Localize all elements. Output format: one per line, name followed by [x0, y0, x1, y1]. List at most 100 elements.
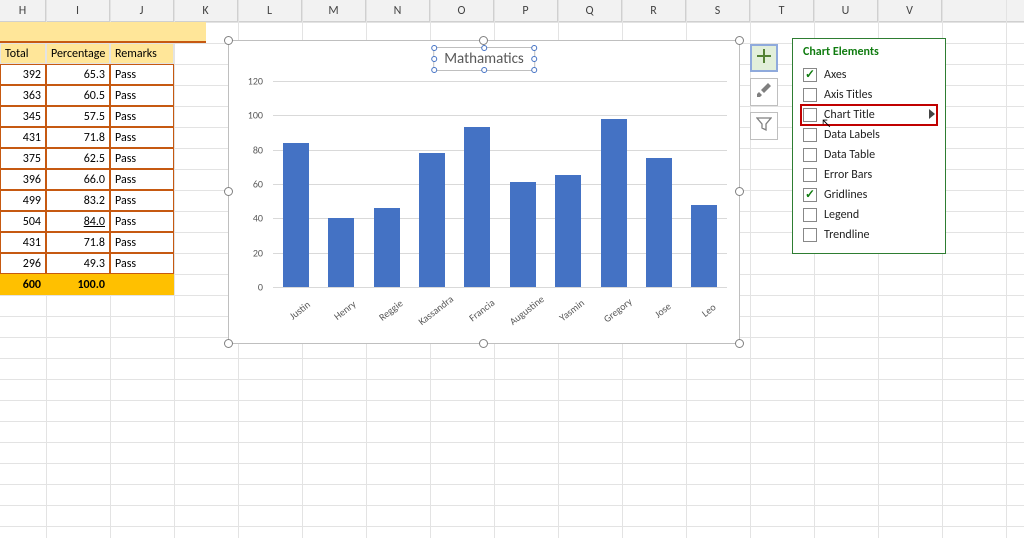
table-row[interactable]: 37562.5Pass — [0, 148, 206, 169]
chart-filter-button[interactable] — [750, 112, 778, 140]
cell-remark[interactable]: Pass — [110, 232, 174, 253]
checkbox-icon[interactable] — [803, 228, 817, 242]
chart-elements-button[interactable] — [750, 44, 778, 72]
cell-remark[interactable]: Pass — [110, 148, 174, 169]
cell-total[interactable]: 431 — [0, 232, 46, 253]
cell-remark[interactable]: Pass — [110, 253, 174, 274]
checkbox-icon[interactable] — [803, 128, 817, 142]
resize-handle[interactable] — [735, 36, 744, 45]
resize-handle[interactable] — [224, 36, 233, 45]
cell-remark[interactable]: Pass — [110, 190, 174, 211]
bar[interactable] — [646, 158, 672, 287]
table-row[interactable]: 39265.3Pass — [0, 64, 206, 85]
table-row[interactable]: 36360.5Pass — [0, 85, 206, 106]
table-row[interactable]: 29649.3Pass — [0, 253, 206, 274]
title-handle[interactable] — [531, 45, 537, 51]
cell-remark[interactable]: Pass — [110, 127, 174, 148]
cell-total[interactable]: 392 — [0, 64, 46, 85]
cell-pct[interactable]: 71.8 — [46, 127, 110, 148]
column-header[interactable]: U — [814, 0, 878, 21]
chart-styles-button[interactable] — [750, 78, 778, 106]
column-header[interactable]: S — [686, 0, 750, 21]
checkbox-icon[interactable] — [803, 168, 817, 182]
column-header[interactable]: O — [430, 0, 494, 21]
cell-pct[interactable]: 57.5 — [46, 106, 110, 127]
flyout-item-chart-title[interactable]: Chart Title↖ — [801, 105, 937, 125]
cell-pct[interactable]: 60.5 — [46, 85, 110, 106]
bar[interactable] — [419, 153, 445, 287]
table-row[interactable]: 34557.5Pass — [0, 106, 206, 127]
cell-total[interactable]: 504 — [0, 211, 46, 232]
table-row[interactable]: 43171.8Pass — [0, 127, 206, 148]
bar[interactable] — [510, 182, 536, 287]
cell-total[interactable]: 499 — [0, 190, 46, 211]
bar[interactable] — [691, 205, 717, 287]
column-header[interactable]: H — [0, 0, 46, 21]
flyout-item-legend[interactable]: Legend — [801, 205, 937, 225]
column-header[interactable]: P — [494, 0, 558, 21]
table-row[interactable]: 39666.0Pass — [0, 169, 206, 190]
column-header[interactable]: V — [878, 0, 942, 21]
chart-title[interactable]: Mathamatics — [433, 47, 535, 71]
table-row[interactable]: 43171.8Pass — [0, 232, 206, 253]
column-header[interactable]: M — [302, 0, 366, 21]
flyout-item-error-bars[interactable]: Error Bars — [801, 165, 937, 185]
title-handle[interactable] — [531, 67, 537, 73]
chevron-right-icon[interactable] — [929, 109, 935, 119]
column-header[interactable]: N — [366, 0, 430, 21]
cell-remark[interactable]: Pass — [110, 169, 174, 190]
title-handle[interactable] — [431, 67, 437, 73]
flyout-item-trendline[interactable]: Trendline — [801, 225, 937, 245]
cell-total[interactable]: 363 — [0, 85, 46, 106]
checkbox-icon[interactable] — [803, 148, 817, 162]
cell-pct[interactable]: 66.0 — [46, 169, 110, 190]
bar[interactable] — [601, 119, 627, 287]
cell-pct[interactable]: 49.3 — [46, 253, 110, 274]
bar[interactable] — [374, 208, 400, 287]
cell-pct[interactable]: 84.0 — [46, 211, 110, 232]
chart-object[interactable]: Mathamatics 020406080100120 JustinHenryR… — [228, 40, 740, 344]
cell-pct[interactable]: 65.3 — [46, 64, 110, 85]
cell-total[interactable]: 296 — [0, 253, 46, 274]
checkbox-icon[interactable] — [803, 188, 817, 202]
column-header[interactable]: I — [46, 0, 110, 21]
bar[interactable] — [328, 218, 354, 287]
table-header-cell[interactable]: Percentage — [46, 43, 110, 64]
cell-remark[interactable]: Pass — [110, 64, 174, 85]
footer-cell[interactable] — [110, 274, 174, 295]
resize-handle[interactable] — [479, 36, 488, 45]
title-handle[interactable] — [431, 45, 437, 51]
flyout-item-axis-titles[interactable]: Axis Titles — [801, 85, 937, 105]
resize-handle[interactable] — [224, 339, 233, 348]
table-header-cell[interactable]: Remarks — [110, 43, 174, 64]
title-handle[interactable] — [481, 67, 487, 73]
flyout-item-axes[interactable]: Axes — [801, 65, 937, 85]
table-row[interactable]: 50484.0Pass — [0, 211, 206, 232]
cell-total[interactable]: 375 — [0, 148, 46, 169]
chart-elements-flyout[interactable]: Chart Elements AxesAxis TitlesChart Titl… — [792, 38, 946, 254]
cell-remark[interactable]: Pass — [110, 211, 174, 232]
footer-cell[interactable]: 100.0 — [46, 274, 110, 295]
cell-pct[interactable]: 83.2 — [46, 190, 110, 211]
column-header[interactable]: T — [750, 0, 814, 21]
cell-remark[interactable]: Pass — [110, 85, 174, 106]
column-header[interactable]: L — [238, 0, 302, 21]
column-header[interactable]: J — [110, 0, 174, 21]
cell-remark[interactable]: Pass — [110, 106, 174, 127]
checkbox-icon[interactable] — [803, 208, 817, 222]
column-header[interactable]: K — [174, 0, 238, 21]
table-row[interactable]: 49983.2Pass — [0, 190, 206, 211]
footer-cell[interactable]: 600 — [0, 274, 46, 295]
column-header[interactable]: Q — [558, 0, 622, 21]
checkbox-icon[interactable] — [803, 68, 817, 82]
checkbox-icon[interactable] — [803, 108, 817, 122]
title-handle[interactable] — [431, 56, 437, 62]
title-handle[interactable] — [531, 56, 537, 62]
cell-total[interactable]: 396 — [0, 169, 46, 190]
flyout-item-gridlines[interactable]: Gridlines — [801, 185, 937, 205]
bar[interactable] — [283, 143, 309, 287]
checkbox-icon[interactable] — [803, 88, 817, 102]
flyout-item-data-table[interactable]: Data Table — [801, 145, 937, 165]
bar[interactable] — [555, 175, 581, 287]
table-header-cell[interactable]: Total — [0, 43, 46, 64]
